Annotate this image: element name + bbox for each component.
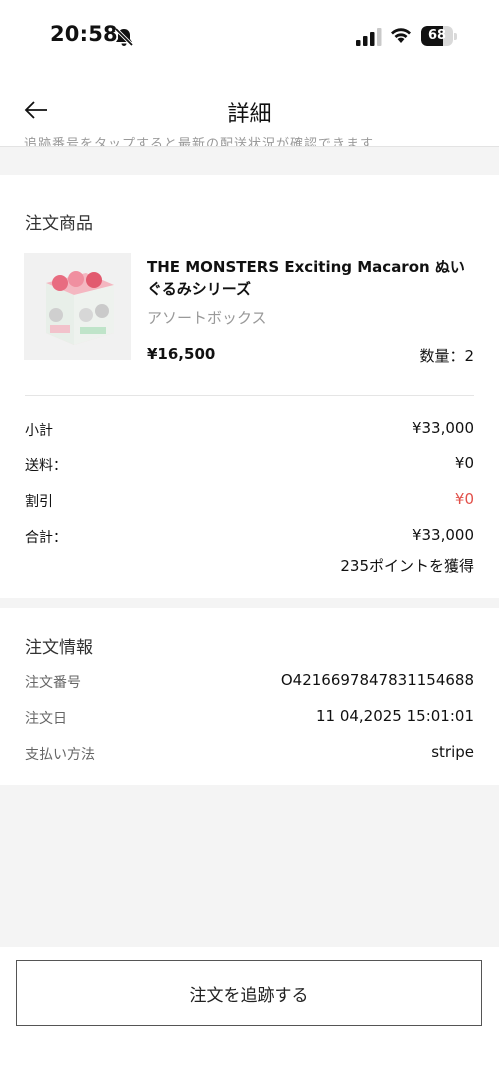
discount-label: 割引 [25,494,53,510]
status-time: 20:58 [50,22,118,46]
cellular-signal-icon [356,28,382,46]
total-value: ¥33,000 [411,526,474,544]
track-order-button[interactable]: 注文を追跡する [16,960,482,1026]
item-divider [25,395,474,396]
bell-slash-icon [114,27,134,47]
order-number-value[interactable]: O421669784783115468​8 [281,671,474,689]
order-date-label: 注文日 [25,711,67,727]
section-spacer [0,147,499,175]
payment-method-label: 支払い方法 [25,747,95,763]
shipping-value: ¥0 [454,454,474,472]
order-items-title: 注文商品 [25,214,93,234]
product-price: ¥16,500 [147,345,216,363]
total-label: 合計： [25,530,67,546]
empty-area [0,785,499,947]
order-number-label: 注文番号 [25,675,81,691]
product-quantity: 数量：2 [419,347,474,365]
section-spacer [0,598,499,608]
battery-level: 68 [427,28,447,43]
battery-icon: 68 [421,26,457,46]
product-image[interactable] [24,253,131,360]
order-detail-page: 20:58 68 詳細 追跡番号をタップすると最新の配送状況が確認できます 注文… [0,0,499,1080]
shipping-label: 送料： [25,458,67,474]
payment-method-value: stripe [431,743,474,761]
product-name[interactable]: THE MONSTERS Exciting Macaron ぬいぐるみシリーズ [147,256,477,300]
page-title: 詳細 [227,102,272,127]
order-info-title: 注文情報 [25,638,93,658]
order-date-value: 11 04,2025 15:01:01 [315,707,474,725]
scrolled-notice-text: 追跡番号をタップすると最新の配送状況が確認できます [24,137,375,146]
product-variant: アソートボックス [147,309,267,327]
wifi-icon [391,28,411,43]
status-bar: 20:58 68 [0,0,499,74]
discount-value: ¥0 [454,490,474,508]
points-earned: 235ポイントを獲得 [340,557,474,575]
product-box-image [24,253,131,360]
subtotal-label: 小計 [25,423,53,439]
subtotal-value: ¥33,000 [411,419,474,437]
